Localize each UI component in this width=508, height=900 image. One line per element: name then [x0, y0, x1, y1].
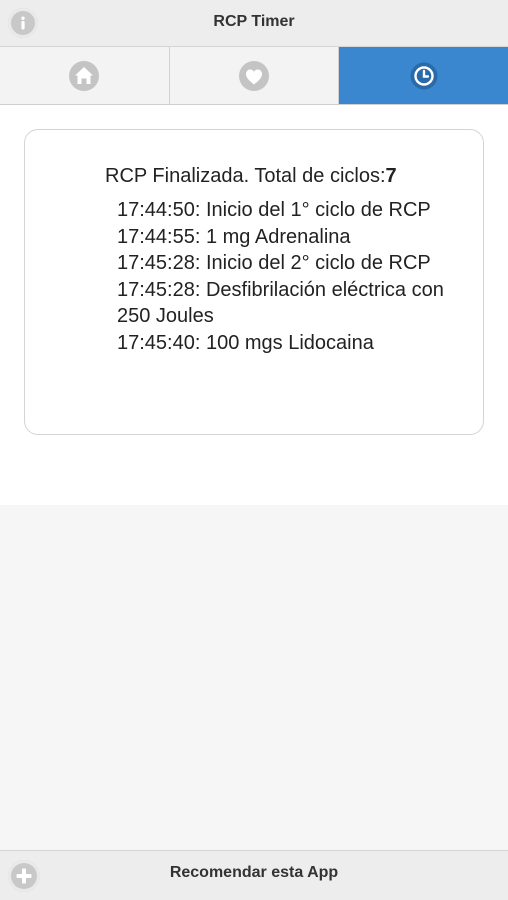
recommend-app-button[interactable]: Recomendar esta App: [0, 864, 508, 882]
home-icon: [69, 60, 100, 91]
log-item: 17:44:55: 1 mg Adrenalina: [117, 225, 351, 248]
tab-timer[interactable]: [339, 47, 508, 104]
summary-text: RCP Finalizada. Total de ciclos:: [105, 165, 386, 187]
log-item: 17:45:28: Desfibrilación eléctrica con 2…: [117, 278, 444, 328]
tab-home[interactable]: [0, 47, 170, 104]
summary-card: RCP Finalizada. Total de ciclos:7 17:44:…: [24, 129, 484, 435]
log-item: 17:44:50: Inicio del 1° ciclo de RCP: [117, 199, 431, 221]
cycles-count: 7: [385, 165, 397, 187]
app-title: RCP Timer: [213, 13, 295, 30]
heart-icon: [239, 60, 269, 91]
event-log[interactable]: 17:44:50: Inicio del 1° ciclo de RCP 17:…: [117, 197, 457, 402]
log-item: 17:45:40: 100 mgs Lidocaina: [117, 331, 374, 354]
log-item: 17:45:28: Inicio del 2° ciclo de RCP: [117, 252, 431, 274]
tab-bar: [0, 47, 508, 105]
recommend-bar[interactable]: Recomendar esta App: [0, 850, 508, 900]
tab-heart[interactable]: [169, 47, 340, 104]
clock-icon: [410, 62, 438, 89]
content-area: RCP Finalizada. Total de ciclos:7 17:44:…: [0, 105, 508, 505]
app-header: RCP Timer: [0, 0, 508, 47]
cycles-summary: RCP Finalizada. Total de ciclos:7: [105, 165, 397, 188]
